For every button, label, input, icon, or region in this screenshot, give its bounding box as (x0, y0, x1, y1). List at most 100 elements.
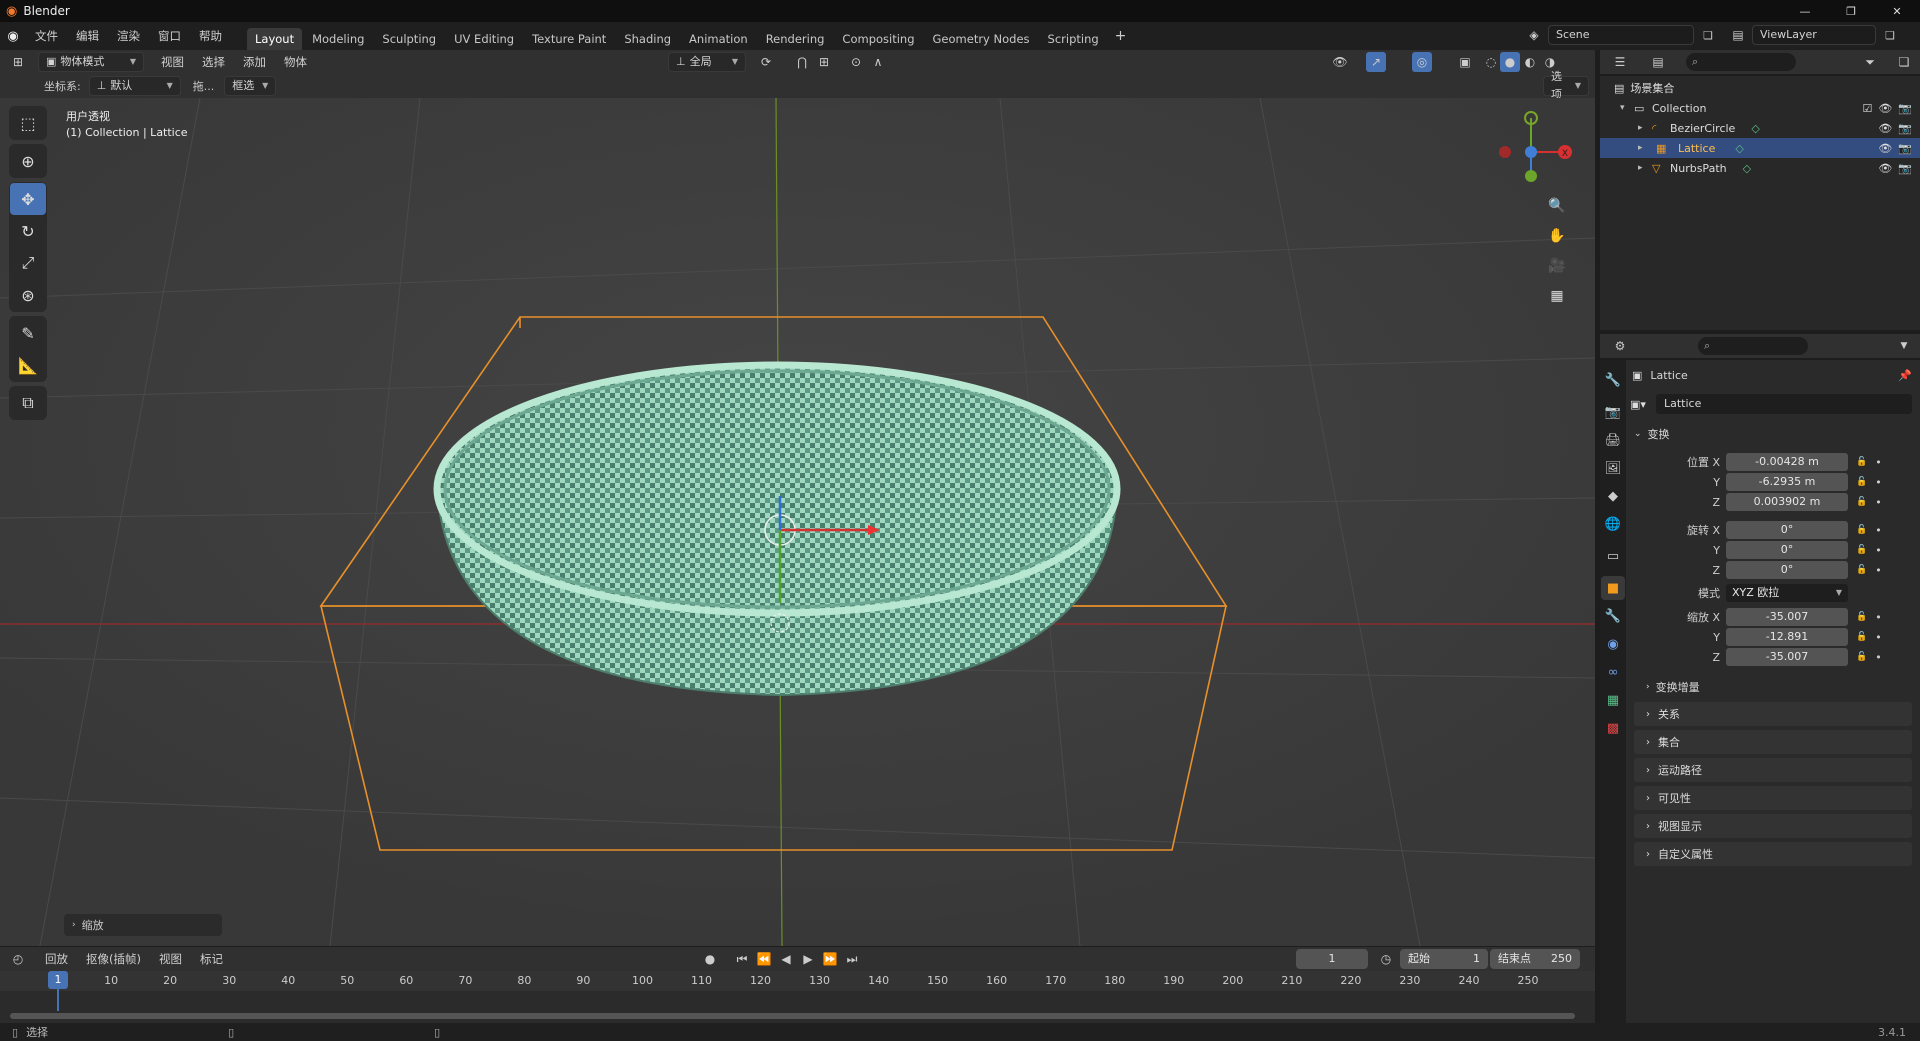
expand-down-icon[interactable]: ▾ (1620, 103, 1634, 113)
tab-scripting[interactable]: Scripting (1040, 28, 1107, 50)
scale-z-field[interactable]: -35.007 (1726, 648, 1848, 666)
viewport-menu-item[interactable]: 视图 (152, 51, 193, 73)
current-frame-field[interactable]: 1 (1296, 949, 1368, 969)
tool-tab-icon[interactable]: 🔧 (1601, 368, 1625, 392)
tab-sculpting[interactable]: Sculpting (374, 28, 444, 50)
camera-render-icon[interactable]: 📷 (1898, 122, 1912, 135)
keyframe-dot-icon[interactable]: • (1875, 544, 1882, 557)
viewport-menu-item[interactable]: 选择 (193, 51, 234, 73)
outliner-type-icon[interactable]: ☰ (1610, 52, 1630, 72)
menu-item[interactable]: 文件 (26, 25, 67, 47)
scale-y-field[interactable]: -12.891 (1726, 628, 1848, 646)
cursor-icon[interactable]: ⊕ (10, 145, 46, 177)
rotation-y-field[interactable]: 0° (1726, 541, 1848, 559)
add-workspace-icon[interactable]: + (1115, 28, 1127, 44)
scene-tab-icon[interactable]: ◆ (1601, 484, 1625, 508)
overlay-icon[interactable]: ◎ (1412, 52, 1432, 72)
rotation-z-field[interactable]: 0° (1726, 561, 1848, 579)
timeline-menu-item[interactable]: 标记 (191, 948, 232, 970)
eye-icon[interactable]: 👁 (1878, 162, 1892, 175)
minimize-icon[interactable]: — (1782, 5, 1828, 18)
eye-icon[interactable]: 👁 (1878, 102, 1892, 115)
lock-icon[interactable]: 🔓 (1856, 497, 1867, 507)
keyframe-dot-icon[interactable]: • (1875, 456, 1882, 469)
lock-icon[interactable]: 🔓 (1856, 457, 1867, 467)
lock-icon[interactable]: 🔓 (1856, 477, 1867, 487)
options-button[interactable]: 选项 ▼ (1543, 70, 1589, 101)
3d-viewport[interactable]: 用户透视 (1) Collection | Lattice ⬚ ⊕ ✥ ↻ ⤢ … (0, 98, 1595, 946)
expand-right-icon[interactable]: ▸ (1638, 143, 1652, 153)
lock-icon[interactable]: 🔓 (1856, 545, 1867, 555)
restore-icon[interactable]: ❐ (1828, 5, 1874, 18)
measure-icon[interactable]: 📐 (10, 349, 46, 381)
camera-render-icon[interactable]: 📷 (1898, 142, 1912, 155)
pan-hand-icon[interactable]: ✋ (1543, 222, 1571, 250)
editor-type-icon[interactable]: ⊞ (8, 52, 28, 72)
new-collection-icon[interactable]: ❏ (1894, 52, 1914, 72)
lock-icon[interactable]: 🔓 (1856, 652, 1867, 662)
menu-item[interactable]: 渲染 (108, 25, 149, 47)
tab-geometry-nodes[interactable]: Geometry Nodes (925, 28, 1038, 50)
coord-selector[interactable]: ⊥ 默认 ▼ (88, 76, 181, 96)
tab-modeling[interactable]: Modeling (304, 28, 372, 50)
panel-5[interactable]: › 自定义属性 (1634, 842, 1912, 866)
wireframe-shading-icon[interactable]: ◌ (1481, 52, 1501, 72)
zoom-icon[interactable]: 🔍 (1543, 192, 1571, 220)
clock-icon[interactable]: ◷ (1376, 949, 1396, 969)
panel-1[interactable]: › 集合 (1634, 730, 1912, 754)
scale-x-field[interactable]: -35.007 (1726, 608, 1848, 626)
tab-rendering[interactable]: Rendering (758, 28, 833, 50)
panel-0[interactable]: › 关系 (1634, 702, 1912, 726)
view-layer-selector[interactable]: ViewLayer (1752, 25, 1876, 45)
new-scene-icon[interactable]: ❏ (1698, 25, 1718, 45)
outliner-search[interactable]: ⌕ (1686, 53, 1796, 71)
close-icon[interactable]: ✕ (1874, 5, 1920, 18)
eye-icon[interactable]: 👁 (1878, 122, 1892, 135)
keyframe-dot-icon[interactable]: • (1875, 631, 1882, 644)
prev-keyframe-icon[interactable]: ⏪ (754, 949, 774, 969)
pivot-icon[interactable]: ⟳ (756, 52, 776, 72)
display-mode-icon[interactable]: ▤ (1648, 52, 1668, 72)
panel-4[interactable]: › 视图显示 (1634, 814, 1912, 838)
viewport-menu-item[interactable]: 物体 (275, 51, 316, 73)
lock-icon[interactable]: 🔓 (1856, 565, 1867, 575)
panel-3[interactable]: › 可见性 (1634, 786, 1912, 810)
menu-item[interactable]: 窗口 (149, 25, 190, 47)
physics-tab-icon[interactable]: ◉ (1601, 632, 1625, 656)
menu-item[interactable]: 编辑 (67, 25, 108, 47)
material-shading-icon[interactable]: ◐ (1520, 52, 1540, 72)
grid-ortho-icon[interactable]: ▦ (1543, 282, 1571, 310)
view-layer-tab-icon[interactable]: 🖼 (1601, 456, 1625, 480)
filter-icon[interactable]: ⏷ (1860, 52, 1880, 72)
keyframe-dot-icon[interactable]: • (1875, 496, 1882, 509)
tab-shading[interactable]: Shading (616, 28, 679, 50)
modifier-tab-icon[interactable]: 🔧 (1601, 604, 1625, 628)
timeline-editor-icon[interactable]: ◴ (8, 949, 28, 969)
tab-layout[interactable]: Layout (247, 28, 303, 50)
mode-selector[interactable]: ▣ 物体模式 ▼ (38, 52, 144, 72)
new-view-layer-icon[interactable]: ❏ (1880, 25, 1900, 45)
object-name-field[interactable]: Lattice (1656, 394, 1912, 414)
chevron-down-icon[interactable]: ▼ (1894, 336, 1914, 356)
scene-icon[interactable]: ◈ (1524, 25, 1544, 45)
select-mode-selector[interactable]: 框选 ▼ (224, 76, 277, 96)
end-frame-field[interactable]: 结束点 250 (1490, 949, 1580, 969)
collection-tab-icon[interactable]: ▭ (1601, 544, 1625, 568)
location-y-field[interactable]: -6.2935 m (1726, 473, 1848, 491)
add-cube-icon[interactable]: ⧉ (10, 387, 46, 419)
rotate-icon[interactable]: ↻ (10, 215, 46, 247)
keyframe-dot-icon[interactable]: • (1875, 476, 1882, 489)
keyframe-dot-icon[interactable]: • (1875, 611, 1882, 624)
start-frame-field[interactable]: 起始 1 (1400, 949, 1488, 969)
view-layer-icon[interactable]: ▤ (1728, 25, 1748, 45)
outliner-item-collection[interactable]: ▾ ▭ Collection ☑ 👁 📷 (1600, 98, 1920, 118)
jump-start-icon[interactable]: ⏮ (732, 949, 752, 969)
pin-icon[interactable]: 📌 (1898, 369, 1912, 382)
rotation-x-field[interactable]: 0° (1726, 521, 1848, 539)
expand-right-icon[interactable]: ▸ (1638, 123, 1652, 133)
render-tab-icon[interactable]: 📷 (1601, 400, 1625, 424)
timeline-track[interactable]: 1102030405060708090100110120130140150160… (0, 971, 1595, 1027)
annotate-icon[interactable]: ✎ (10, 317, 46, 349)
navigation-gizmo[interactable]: X (1485, 108, 1577, 188)
outliner-item-lattice[interactable]: ▸ ▦ Lattice ◇ 👁 📷 (1600, 138, 1920, 158)
